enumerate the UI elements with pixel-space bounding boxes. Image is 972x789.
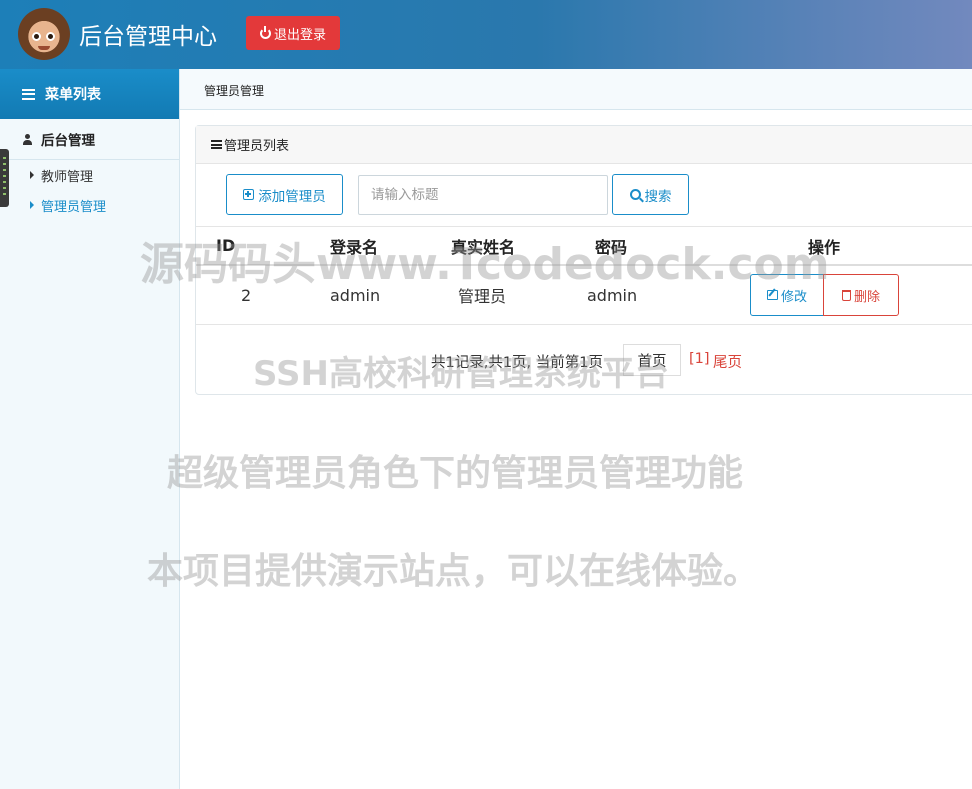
menu-header: 菜单列表 <box>0 69 179 119</box>
avatar <box>18 8 70 60</box>
search-icon <box>629 189 641 200</box>
admin-list-panel: 管理员列表 添加管理员 搜索 ID 登录名 真实姓名 密码 操作 2 admin… <box>195 125 972 395</box>
col-id: ID <box>216 236 236 255</box>
delete-button[interactable]: 删除 <box>823 274 899 316</box>
pagination: 共1记录,共1页, 当前第1页 首页 [1] 尾页 <box>196 344 972 376</box>
sidebar: 菜单列表 后台管理 教师管理 管理员管理 <box>0 69 180 789</box>
list-icon <box>22 88 35 100</box>
edit-label: 修改 <box>780 289 807 305</box>
sidebar-item-label: 教师管理 <box>41 169 94 185</box>
menu-title: 菜单列表 <box>45 87 101 103</box>
caret-right-icon <box>30 171 34 179</box>
sidebar-group-admin[interactable]: 后台管理 <box>0 119 179 160</box>
col-login: 登录名 <box>330 237 379 257</box>
watermark-demo: 本项目提供演示站点，可以在线体验。 <box>147 551 760 592</box>
sidebar-item-label: 管理员管理 <box>41 199 107 215</box>
add-admin-label: 添加管理员 <box>258 188 326 205</box>
edit-icon <box>766 290 778 300</box>
caret-right-icon <box>30 201 34 209</box>
bars-icon <box>211 140 222 149</box>
breadcrumb: 管理员管理 <box>180 69 972 110</box>
col-password: 密码 <box>595 237 628 257</box>
delete-label: 删除 <box>853 289 880 305</box>
sidebar-item-teacher[interactable]: 教师管理 <box>0 160 179 190</box>
top-header: 后台管理中心 退出登录 <box>0 0 972 69</box>
add-admin-button[interactable]: 添加管理员 <box>226 174 343 215</box>
cell-realname: 管理员 <box>458 287 507 306</box>
table-row: 2 admin 管理员 admin 修改 删除 <box>196 266 972 325</box>
sidebar-item-admin[interactable]: 管理员管理 <box>0 190 179 220</box>
user-icon <box>22 133 33 145</box>
pagination-info: 共1记录,共1页, 当前第1页 <box>431 355 604 371</box>
last-page-link[interactable]: 尾页 <box>713 351 742 372</box>
panel-header: 管理员列表 <box>196 126 972 164</box>
cell-id: 2 <box>241 285 252 305</box>
trash-icon <box>841 289 851 301</box>
current-page[interactable]: [1] <box>689 351 710 367</box>
logout-label: 退出登录 <box>273 27 326 43</box>
panel-title: 管理员列表 <box>224 139 290 154</box>
sidebar-drag-handle[interactable] <box>0 149 9 207</box>
plus-square-icon <box>243 189 255 200</box>
search-input[interactable] <box>358 175 608 215</box>
search-button[interactable]: 搜索 <box>612 174 689 215</box>
col-realname: 真实姓名 <box>451 237 516 257</box>
table-header: ID 登录名 真实姓名 密码 操作 <box>196 226 972 266</box>
power-icon <box>259 25 271 39</box>
first-page-button[interactable]: 首页 <box>623 344 681 376</box>
sidebar-group-label: 后台管理 <box>41 133 95 149</box>
app-title: 后台管理中心 <box>79 24 217 50</box>
edit-button[interactable]: 修改 <box>750 274 824 316</box>
watermark-feature: 超级管理员角色下的管理员管理功能 <box>167 453 744 494</box>
cell-login: admin <box>330 285 381 305</box>
search-label: 搜索 <box>644 188 672 205</box>
col-actions: 操作 <box>808 237 841 257</box>
cell-password: admin <box>587 285 638 305</box>
logout-button[interactable]: 退出登录 <box>246 16 340 50</box>
